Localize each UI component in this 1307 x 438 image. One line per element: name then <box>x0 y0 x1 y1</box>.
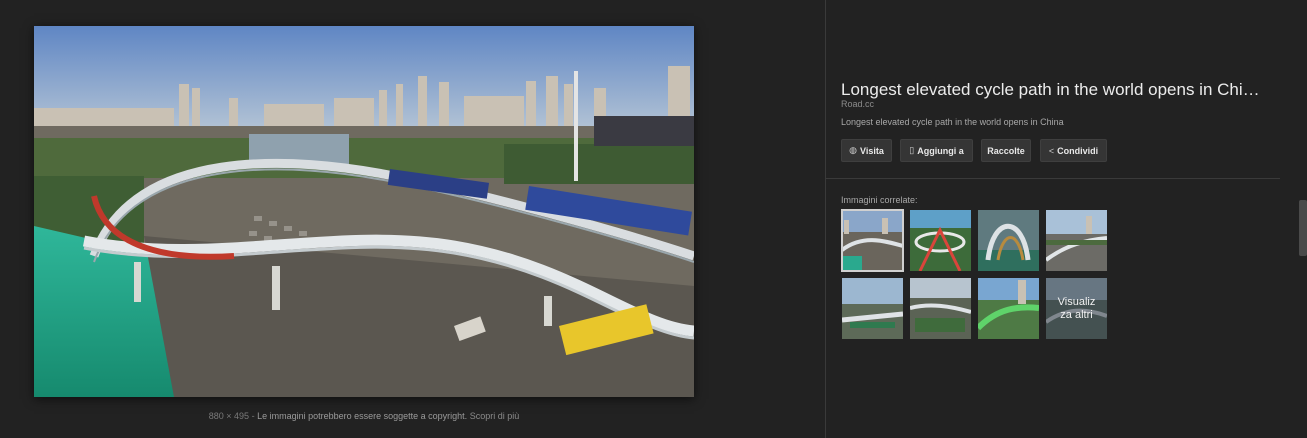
image-source[interactable]: Road.cc <box>841 99 874 109</box>
see-more-label: Visualiz za altri <box>1046 278 1107 339</box>
see-more-line1: Visualiz <box>1057 295 1096 308</box>
scrollbar-thumb[interactable] <box>1299 200 1307 256</box>
related-images-grid: Visualiz za altri <box>841 209 1112 340</box>
visit-button-label: Visita <box>860 145 884 156</box>
see-more-thumb[interactable]: Visualiz za altri <box>1046 278 1107 339</box>
image-caption: 880 × 495 - Le immagini potrebbero esser… <box>0 411 728 421</box>
share-button-label: Condividi <box>1057 145 1099 156</box>
learn-more-link[interactable]: Scopri di più <box>470 411 520 421</box>
collections-button[interactable]: Raccolte <box>981 139 1031 162</box>
main-preview-image[interactable] <box>34 26 694 397</box>
related-image-thumb[interactable] <box>1046 210 1107 271</box>
related-image-thumb[interactable] <box>910 210 971 271</box>
see-more-line2: za altri <box>1060 308 1093 321</box>
copyright-note: Le immagini potrebbero essere soggette a… <box>257 411 468 421</box>
image-title[interactable]: Longest elevated cycle path in the world… <box>841 80 1281 100</box>
image-dimensions: 880 × 495 <box>208 411 250 421</box>
add-to-button[interactable]: ▯ Aggiungi a <box>900 139 973 162</box>
related-image-thumb[interactable] <box>842 278 903 339</box>
image-description: Longest elevated cycle path in the world… <box>841 117 1064 127</box>
related-images-label: Immagini correlate: <box>841 195 918 205</box>
related-image-thumb[interactable] <box>910 278 971 339</box>
bookmark-icon: ▯ <box>909 145 915 155</box>
section-separator <box>826 178 1280 179</box>
related-image-thumb[interactable] <box>841 209 904 272</box>
collections-button-label: Raccolte <box>987 145 1025 156</box>
globe-icon: ◍ <box>849 145 857 155</box>
visit-button[interactable]: ◍ Visita <box>841 139 892 162</box>
share-button[interactable]: < Condividi <box>1040 139 1107 162</box>
details-panel: Longest elevated cycle path in the world… <box>826 0 1307 438</box>
caption-separator: - <box>249 411 258 421</box>
related-image-thumb[interactable] <box>978 278 1039 339</box>
share-icon: < <box>1048 145 1055 156</box>
image-preview-pane: 880 × 495 - Le immagini potrebbero esser… <box>0 0 825 438</box>
add-to-button-label: Aggiungi a <box>917 145 964 156</box>
related-image-thumb[interactable] <box>978 210 1039 271</box>
